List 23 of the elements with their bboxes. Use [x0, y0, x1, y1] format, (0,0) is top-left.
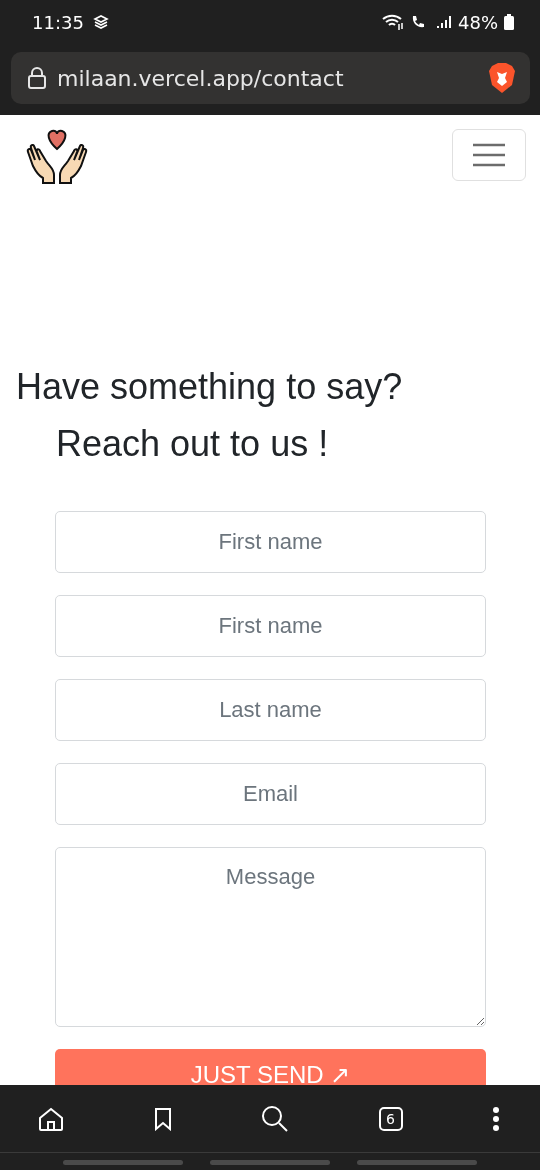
address-bar[interactable]: milaan.vercel.app/contact: [11, 52, 530, 104]
wifi-icon: [382, 14, 404, 30]
menu-button[interactable]: [452, 129, 526, 181]
notification-icon: [91, 14, 110, 30]
lock-icon: [27, 66, 47, 90]
text-field[interactable]: First name: [55, 511, 486, 574]
clock-text: 11:35: [32, 11, 84, 33]
home-icon[interactable]: [38, 1105, 64, 1132]
battery-text: 48%: [458, 11, 498, 33]
battery-icon: [504, 14, 514, 30]
message-field[interactable]: Message: [55, 847, 486, 1028]
menu-icon: [473, 143, 505, 167]
bookmark-icon[interactable]: [153, 1106, 172, 1131]
more-icon[interactable]: [492, 1105, 500, 1132]
search-icon[interactable]: [261, 1104, 289, 1133]
heading-text: Reach out to us !: [56, 422, 330, 466]
signal-icon: [436, 14, 452, 30]
tab-count-button[interactable]: 6: [378, 1106, 403, 1131]
heading-text: Have something to say?: [16, 365, 404, 409]
text-field[interactable]: Email: [55, 763, 486, 826]
url-text: milaan.vercel.app/contact: [57, 65, 345, 91]
text-field[interactable]: Last name: [55, 679, 486, 742]
text-field[interactable]: First name: [55, 595, 486, 658]
